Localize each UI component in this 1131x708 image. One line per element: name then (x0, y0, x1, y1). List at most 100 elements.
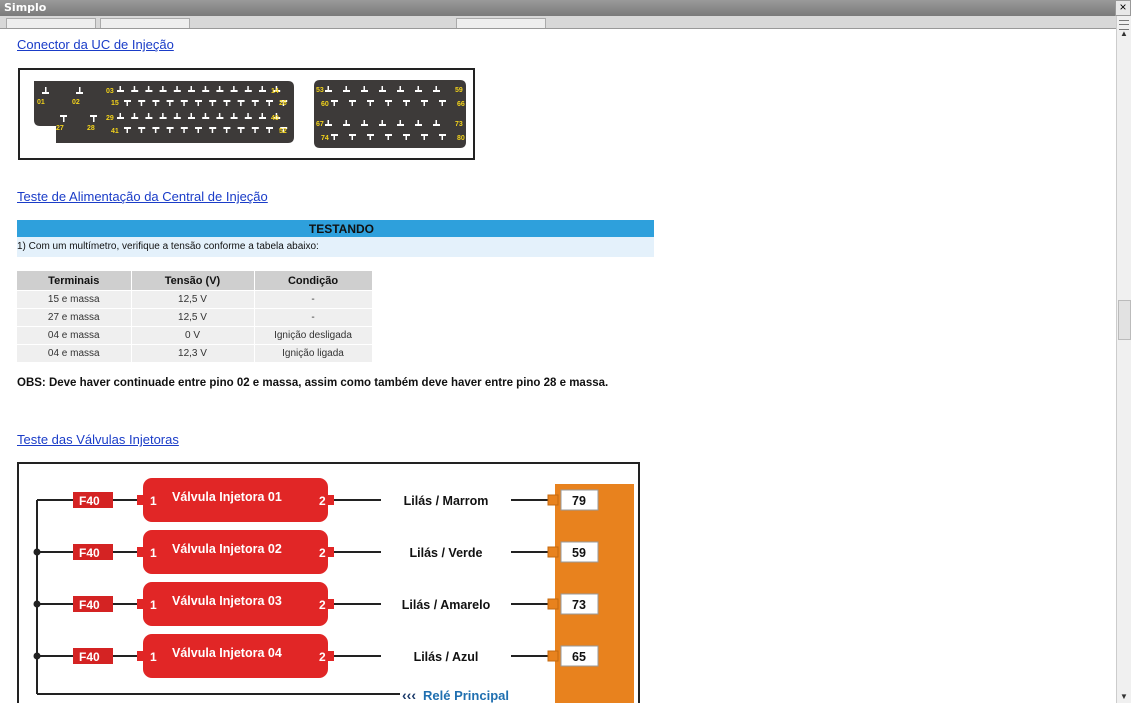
table-row: 15 e massa 12,5 V - (17, 290, 373, 309)
connector-pin-base (251, 100, 259, 102)
table-row: 04 e massa 12,3 V Ignição ligada (17, 344, 373, 362)
pin-label-40: 40 (271, 115, 279, 122)
wire-color-label: Lilás / Verde (410, 546, 483, 560)
connector-pin (93, 117, 95, 122)
connector-pin (218, 113, 221, 117)
connector-pin-base (117, 90, 124, 92)
connector-pin (126, 129, 128, 133)
connector-pin-base (367, 134, 374, 136)
connector-pin-base (223, 127, 231, 129)
testing-instruction-row: 1) Com um multímetro, verifique a tensão… (17, 237, 654, 257)
connector-pin-base (90, 115, 97, 117)
tab-3[interactable] (456, 18, 546, 28)
tab-1[interactable] (6, 18, 96, 28)
column-header-terminais: Terminais (17, 271, 132, 291)
connector-pin (79, 87, 81, 92)
connector-pin (169, 129, 171, 133)
connector-pin (197, 129, 199, 133)
connector-pin-base (244, 90, 252, 92)
connector-pin (162, 113, 164, 117)
connector-pin-base (266, 100, 273, 102)
connector-pin (147, 113, 150, 117)
scroll-up-arrow-icon[interactable]: ▲ (1118, 28, 1130, 40)
injector-test-link[interactable]: Teste das Válvulas Injetoras (17, 432, 179, 447)
injector-row: F40 1 Válvula Injetora 03 2 Lilás / Amarelo 7… (33, 582, 599, 626)
connector-pin-base (138, 127, 146, 129)
connector-pin-base (251, 127, 259, 129)
table-row: 04 e massa 0 V Ignição desligada (17, 326, 373, 345)
table-cell: - (254, 290, 373, 309)
close-button[interactable]: × (1115, 0, 1131, 16)
connector-pin (441, 136, 443, 140)
table-row: 27 e massa 12,5 V - (17, 308, 373, 327)
injector-name: Válvula Injetora 01 (172, 490, 282, 504)
injector-name: Válvula Injetora 04 (172, 646, 282, 660)
pin-label-60: 60 (321, 101, 329, 108)
injector-name: Válvula Injetora 02 (172, 542, 282, 556)
connector-pin (381, 120, 383, 124)
table-header-row: Terminais Tensão (V) Condição (17, 271, 373, 291)
connector-pin-base (223, 100, 231, 102)
connector-pin (119, 113, 121, 117)
vertical-scrollbar[interactable]: ▲ ▼ (1116, 16, 1131, 703)
pin-label-74: 74 (321, 135, 329, 142)
power-test-link[interactable]: Teste de Alimentação da Central de Injeç… (17, 189, 268, 204)
connector-pin (254, 102, 256, 106)
voltage-table: Terminais Tensão (V) Condição 15 e massa… (17, 271, 373, 362)
table-cell: 12,3 V (131, 344, 255, 362)
injector-pin-out-label: 2 (319, 494, 326, 508)
table-cell: - (254, 308, 373, 327)
connector-pin (345, 86, 347, 90)
connector-pin-base (173, 117, 181, 119)
scroll-down-arrow-icon[interactable]: ▼ (1118, 691, 1130, 703)
connector-pin (183, 102, 185, 106)
connector-pin-base (202, 117, 210, 119)
connector-pin (233, 113, 235, 117)
table-cell: 27 e massa (17, 308, 132, 327)
connector-pinout-svg: 03 14 15 26 29 40 41 52 01 02 27 28 53 5… (34, 80, 466, 148)
connector-pin (211, 102, 214, 106)
connector-pin (183, 129, 185, 133)
connector-pin-base (367, 100, 374, 102)
terminal-stub (326, 651, 334, 661)
injector-row: F40 1 Válvula Injetora 02 2 Lilás / Verde 59 (33, 530, 599, 574)
connector-pin (327, 120, 329, 124)
pin-label-73: 73 (455, 121, 463, 128)
injector-name: Válvula Injetora 03 (172, 594, 282, 608)
connector-pin (268, 102, 270, 106)
testing-header-bar: TESTANDO (17, 220, 654, 237)
connector-pin (369, 136, 371, 140)
connector-pin-base (325, 90, 332, 92)
fuse-label: F40 (79, 546, 100, 560)
connector-link[interactable]: Conector da UC de Injeção (17, 37, 174, 52)
connector-pin (154, 129, 157, 133)
connector-pin (233, 86, 235, 90)
connector-pin (387, 102, 389, 106)
connector-pin (190, 113, 192, 117)
connector-pin (197, 102, 199, 106)
connector-pin (405, 102, 407, 106)
connector-pin (154, 102, 157, 106)
connector-pin-base (361, 90, 368, 92)
connector-pin (176, 86, 178, 90)
pin-label-41: 41 (111, 128, 119, 135)
connector-pin (417, 86, 419, 90)
ecu-terminal-stub (547, 546, 559, 558)
pin-label-14: 14 (271, 88, 279, 95)
connector-pin (381, 86, 383, 90)
injector-pin-in-label: 1 (150, 546, 157, 560)
connector-pin (351, 102, 353, 106)
tab-2[interactable] (100, 18, 190, 28)
table-cell: Ignição ligada (254, 344, 373, 362)
connector-pin (133, 86, 136, 90)
scroll-thumb[interactable] (1118, 300, 1131, 340)
connector-pin (261, 86, 263, 90)
injector-pin-in-label: 1 (150, 598, 157, 612)
injector-pin-out-label: 2 (319, 546, 326, 560)
column-header-condicao: Condição (254, 271, 373, 291)
connector-pin-base (237, 100, 245, 102)
connector-pin-base (259, 90, 266, 92)
connector-pin-base (331, 100, 338, 102)
connector-pin (176, 113, 178, 117)
terminal-stub (326, 599, 334, 609)
